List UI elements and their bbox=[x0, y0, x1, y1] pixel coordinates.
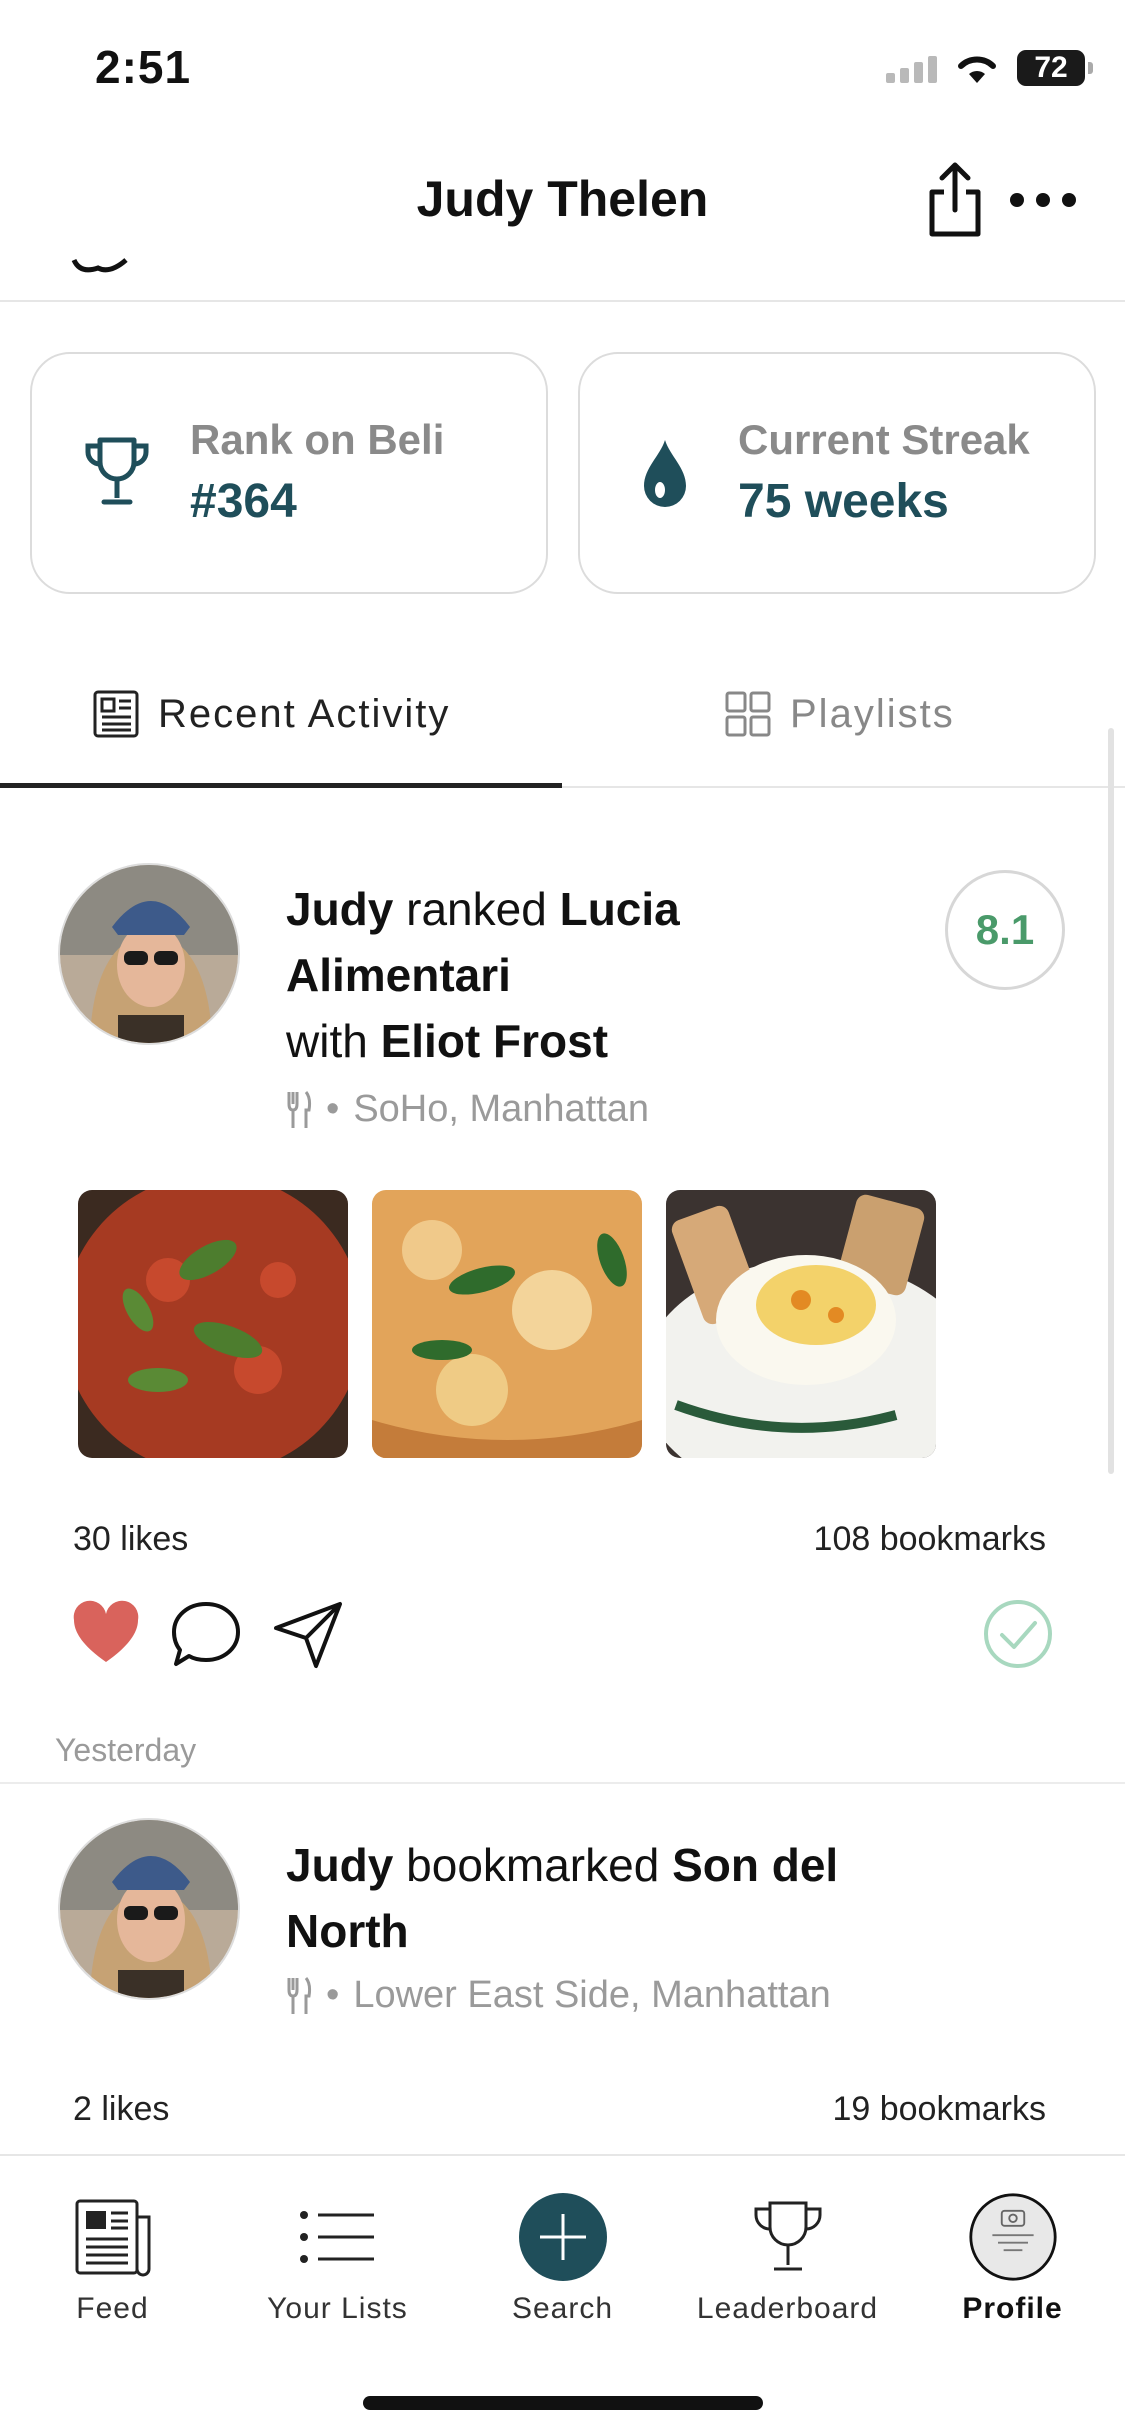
user-photo bbox=[60, 1820, 238, 1998]
share-button[interactable] bbox=[922, 160, 988, 240]
activity-verb: ranked bbox=[406, 883, 547, 935]
bottom-navigation: Feed Your Lists Search Leaderboard Profi… bbox=[0, 2154, 1125, 2436]
nav-feed[interactable]: Feed bbox=[0, 2176, 225, 2326]
streak-label: Current Streak bbox=[738, 416, 1030, 463]
scrolled-content-peek bbox=[70, 258, 130, 278]
battery-indicator: 72 bbox=[1017, 50, 1093, 86]
likes-count[interactable]: 30 likes bbox=[73, 1520, 188, 1559]
active-tab-indicator bbox=[0, 783, 562, 788]
activity-description: Judy bookmarked Son del North bbox=[286, 1832, 926, 1964]
bullet: • bbox=[326, 1088, 340, 1130]
comment-button[interactable] bbox=[170, 1598, 242, 1670]
rank-card[interactable]: Rank on Beli #364 bbox=[30, 352, 548, 594]
scrollbar[interactable] bbox=[1108, 728, 1114, 1474]
send-icon bbox=[274, 1602, 342, 1668]
divider bbox=[0, 1782, 1125, 1784]
trophy-icon bbox=[754, 2201, 821, 2271]
bookmarks-count[interactable]: 108 bookmarks bbox=[814, 1520, 1046, 1559]
streak-card[interactable]: Current Streak 75 weeks bbox=[578, 352, 1096, 594]
dot-icon bbox=[1036, 193, 1050, 207]
fork-knife-icon bbox=[287, 1976, 312, 2014]
nav-search-label: Search bbox=[511, 2292, 614, 2325]
food-photo[interactable] bbox=[372, 1190, 642, 1458]
newspaper-icon bbox=[93, 690, 139, 738]
status-time: 2:51 bbox=[95, 41, 192, 93]
home-indicator bbox=[363, 2396, 763, 2410]
streak-value: 75 weeks bbox=[738, 475, 949, 528]
been-there-button[interactable] bbox=[982, 1598, 1054, 1670]
food-photo[interactable] bbox=[78, 1190, 348, 1458]
newspaper-icon bbox=[75, 2199, 150, 2277]
nav-profile[interactable]: Profile bbox=[900, 2176, 1125, 2326]
pizza-photo bbox=[372, 1190, 642, 1458]
nav-your-lists[interactable]: Your Lists bbox=[225, 2176, 450, 2326]
comment-icon bbox=[172, 1602, 240, 1666]
nav-profile-label: Profile bbox=[962, 2292, 1063, 2325]
more-options-button[interactable] bbox=[1010, 180, 1076, 220]
ricotta-photo bbox=[666, 1190, 936, 1458]
score-badge: 8.1 bbox=[945, 870, 1065, 990]
flame-icon bbox=[644, 440, 686, 507]
wifi-icon bbox=[958, 56, 996, 83]
bookmarks-count[interactable]: 19 bookmarks bbox=[832, 2090, 1046, 2129]
tab-playlists[interactable]: Playlists bbox=[724, 640, 955, 788]
nav-search[interactable]: Search bbox=[450, 2176, 675, 2326]
plus-circle-icon bbox=[518, 2193, 607, 2281]
trophy-icon bbox=[85, 437, 149, 505]
send-button[interactable] bbox=[272, 1598, 344, 1670]
profile-header: Judy Thelen bbox=[0, 140, 1125, 302]
profile-photo-placeholder bbox=[968, 2193, 1057, 2281]
location-text: SoHo, Manhattan bbox=[353, 1088, 650, 1130]
activity-with-name[interactable]: Eliot Frost bbox=[381, 1015, 608, 1067]
dot-icon bbox=[1062, 193, 1076, 207]
status-bar: 2:51 72 bbox=[0, 0, 1125, 140]
nav-leaderboard-label: Leaderboard bbox=[696, 2292, 879, 2325]
activity-location: • Lower East Side, Manhattan bbox=[286, 1974, 831, 2017]
pizza-photo bbox=[78, 1190, 348, 1458]
bullet: • bbox=[326, 1974, 340, 2016]
dot-icon bbox=[1010, 193, 1024, 207]
nav-feed-label: Feed bbox=[76, 2292, 149, 2325]
user-photo bbox=[60, 865, 238, 1043]
fork-knife-icon bbox=[287, 1090, 312, 1128]
signal-icon bbox=[886, 53, 937, 83]
rank-value: #364 bbox=[190, 475, 297, 528]
tab-recent-label: Recent Activity bbox=[158, 691, 451, 736]
activity-verb: bookmarked bbox=[406, 1839, 660, 1891]
grid-icon bbox=[725, 691, 771, 737]
tab-recent-activity[interactable]: Recent Activity bbox=[92, 640, 450, 788]
activity-description: Judy ranked Lucia Alimentari with Eliot … bbox=[286, 876, 886, 1074]
heart-icon bbox=[73, 1600, 139, 1662]
food-photo[interactable] bbox=[666, 1190, 936, 1458]
activity-with: with bbox=[286, 1015, 368, 1067]
list-icon bbox=[299, 2211, 374, 2263]
location-text: Lower East Side, Manhattan bbox=[353, 1974, 831, 2016]
likes-count[interactable]: 2 likes bbox=[73, 2090, 169, 2129]
profile-tabs: Recent Activity Playlists bbox=[0, 640, 1125, 788]
status-icons: 72 bbox=[886, 46, 1093, 90]
share-icon bbox=[929, 162, 981, 237]
activity-user[interactable]: Judy bbox=[286, 1839, 393, 1891]
like-button[interactable] bbox=[70, 1598, 142, 1670]
check-circle-icon bbox=[984, 1600, 1052, 1668]
nav-lists-label: Your Lists bbox=[267, 2292, 408, 2325]
nav-leaderboard[interactable]: Leaderboard bbox=[675, 2176, 900, 2326]
avatar[interactable] bbox=[58, 863, 240, 1045]
date-divider: Yesterday bbox=[55, 1732, 197, 1768]
activity-location: • SoHo, Manhattan bbox=[286, 1088, 649, 1131]
rank-label: Rank on Beli bbox=[190, 416, 445, 463]
avatar[interactable] bbox=[58, 1818, 240, 2000]
tab-playlists-label: Playlists bbox=[790, 691, 955, 736]
activity-user[interactable]: Judy bbox=[286, 883, 393, 935]
